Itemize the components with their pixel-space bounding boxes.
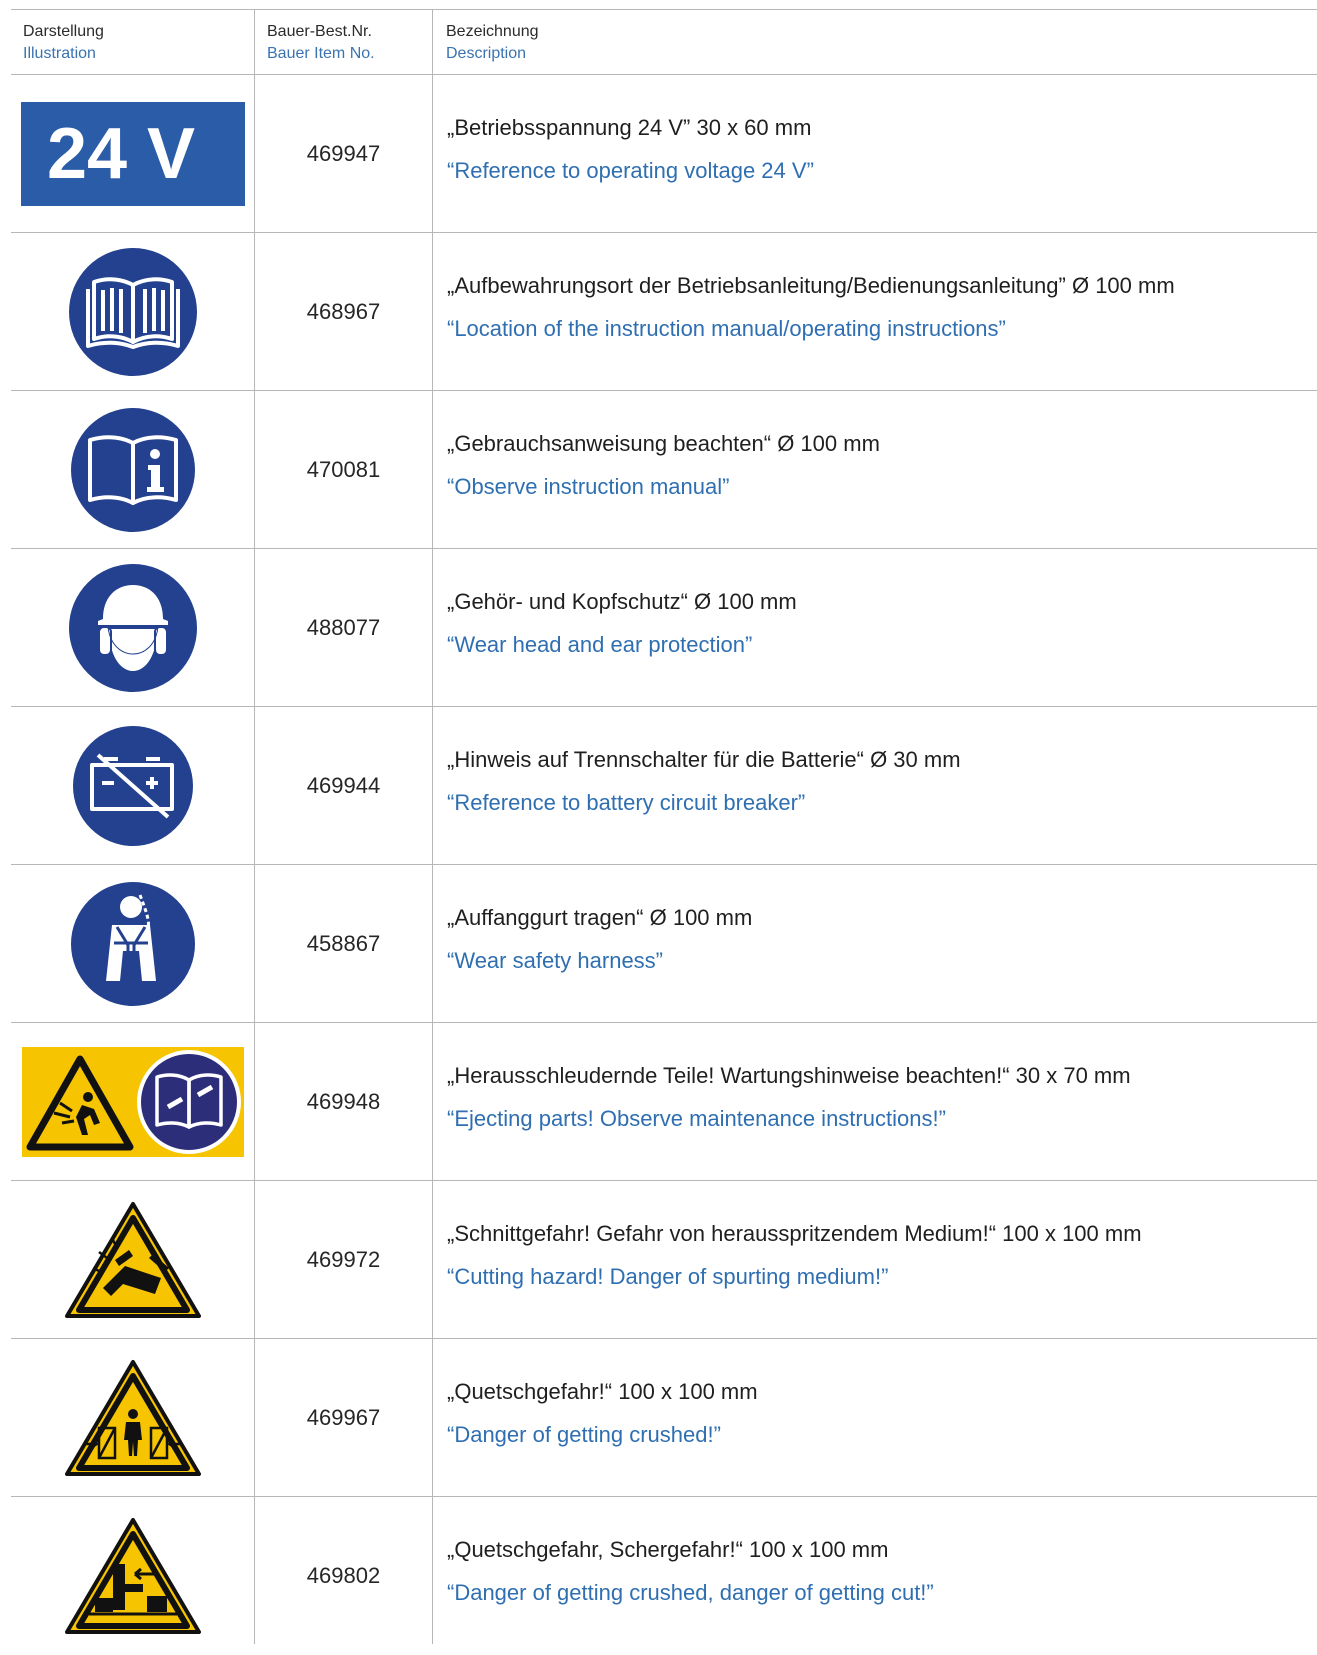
crush-shear-hazard-icon <box>64 1518 201 1634</box>
description-cell: „Auffanggurt tragen“ Ø 100 mm “Wear safe… <box>447 903 1307 976</box>
item-number: 469802 <box>306 1563 381 1588</box>
signs-table: Darstellung Illustration Bauer-Best.Nr. … <box>0 9 1317 1644</box>
item-number: 468967 <box>306 299 381 324</box>
item-number: 469944 <box>306 773 381 798</box>
table-top-rule <box>11 9 1317 10</box>
header-illustration-de: Darstellung <box>23 23 104 40</box>
description-en: “Wear safety harness” <box>447 948 664 973</box>
24v-sign-text: 24 V <box>46 114 194 194</box>
table-row: 468967 „Aufbewahrungsort der Betriebsanl… <box>0 233 1317 391</box>
description-en: “Reference to battery circuit breaker” <box>447 790 806 815</box>
item-number: 470081 <box>306 457 381 482</box>
description-de: „Herausschleudernde Teile! Wartungshinwe… <box>447 1063 1131 1088</box>
illustration-cell: 24 V <box>11 75 254 233</box>
illustration-cell <box>11 1023 254 1181</box>
description-cell: „Aufbewahrungsort der Betriebsanleitung/… <box>447 271 1307 344</box>
description-de: „Hinweis auf Trennschalter für die Batte… <box>447 747 961 772</box>
description-de: „Schnittgefahr! Gefahr von herausspritze… <box>447 1221 1142 1246</box>
header-item-no: Bauer-Best.Nr. Bauer Item No. <box>267 21 375 65</box>
description-en: “Danger of getting crushed!” <box>447 1422 721 1447</box>
table-row: 24 V 469947 „Betriebsspannung 24 V” 30 x… <box>0 75 1317 233</box>
header-illustration-en: Illustration <box>23 45 96 62</box>
description-en: “Observe instruction manual” <box>447 474 730 499</box>
illustration-cell <box>11 1497 254 1655</box>
table-row: 488077 „Gehör- und Kopfschutz“ Ø 100 mm … <box>0 549 1317 707</box>
battery-disconnect-icon <box>72 726 193 846</box>
manual-info-icon <box>70 408 195 532</box>
illustration-cell <box>11 865 254 1023</box>
table-row: 469802 „Quetschgefahr, Schergefahr!“ 100… <box>0 1497 1317 1655</box>
item-number: 458867 <box>306 931 381 956</box>
description-cell: „Quetschgefahr, Schergefahr!“ 100 x 100 … <box>447 1535 1307 1608</box>
illustration-cell <box>11 707 254 865</box>
description-en: “Reference to operating voltage 24 V” <box>447 158 814 183</box>
header-description-de: Bezeichnung <box>446 23 539 40</box>
illustration-cell <box>11 1181 254 1339</box>
description-de: „Gehör- und Kopfschutz“ Ø 100 mm <box>447 589 797 614</box>
illustration-cell <box>11 391 254 549</box>
item-number: 469967 <box>306 1405 381 1430</box>
ejecting-parts-maintenance-icon <box>21 1047 244 1157</box>
cutting-hazard-icon <box>64 1202 201 1318</box>
description-de: „Betriebsspannung 24 V” 30 x 60 mm <box>447 115 812 140</box>
crushing-hazard-icon <box>64 1360 201 1476</box>
head-ear-protection-icon <box>68 564 197 692</box>
description-de: „Auffanggurt tragen“ Ø 100 mm <box>447 905 753 930</box>
description-cell: „Gehör- und Kopfschutz“ Ø 100 mm “Wear h… <box>447 587 1307 660</box>
24v-voltage-sign: 24 V <box>20 102 245 206</box>
description-en: “Wear head and ear protection” <box>447 632 753 657</box>
description-cell: „Gebrauchsanweisung beachten“ Ø 100 mm “… <box>447 429 1307 502</box>
description-de: „Quetschgefahr!“ 100 x 100 mm <box>447 1379 758 1404</box>
description-en: “Location of the instruction manual/oper… <box>447 316 1006 341</box>
description-de: „Aufbewahrungsort der Betriebsanleitung/… <box>447 273 1175 298</box>
illustration-cell <box>11 549 254 707</box>
header-description-en: Description <box>446 45 527 62</box>
header-item-no-de: Bauer-Best.Nr. <box>267 23 372 40</box>
item-number: 469972 <box>306 1247 381 1272</box>
description-en: “Ejecting parts! Observe maintenance ins… <box>447 1106 946 1131</box>
description-cell: „Hinweis auf Trennschalter für die Batte… <box>447 745 1307 818</box>
table-row: 469972 „Schnittgefahr! Gefahr von heraus… <box>0 1181 1317 1339</box>
header-illustration: Darstellung Illustration <box>23 21 104 65</box>
item-number: 488077 <box>306 615 381 640</box>
table-row: 470081 „Gebrauchsanweisung beachten“ Ø 1… <box>0 391 1317 549</box>
description-en: “Cutting hazard! Danger of spurting medi… <box>447 1264 889 1289</box>
description-cell: „Betriebsspannung 24 V” 30 x 60 mm “Refe… <box>447 113 1307 186</box>
manual-book-icon <box>68 248 197 376</box>
illustration-cell <box>11 1339 254 1497</box>
header-item-no-en: Bauer Item No. <box>267 45 375 62</box>
item-number: 469947 <box>306 141 381 166</box>
description-cell: „Schnittgefahr! Gefahr von herausspritze… <box>447 1219 1307 1292</box>
table-row: 469967 „Quetschgefahr!“ 100 x 100 mm “Da… <box>0 1339 1317 1497</box>
item-number: 469948 <box>306 1089 381 1114</box>
table-row: 458867 „Auffanggurt tragen“ Ø 100 mm “We… <box>0 865 1317 1023</box>
safety-harness-icon <box>70 882 195 1006</box>
table-row: 469944 „Hinweis auf Trennschalter für di… <box>0 707 1317 865</box>
illustration-cell <box>11 233 254 391</box>
description-de: „Gebrauchsanweisung beachten“ Ø 100 mm <box>447 431 880 456</box>
description-en: “Danger of getting crushed, danger of ge… <box>447 1580 934 1605</box>
header-description: Bezeichnung Description <box>446 21 539 65</box>
description-cell: „Quetschgefahr!“ 100 x 100 mm “Danger of… <box>447 1377 1307 1450</box>
description-cell: „Herausschleudernde Teile! Wartungshinwe… <box>447 1061 1307 1134</box>
table-row: 469948 „Herausschleudernde Teile! Wartun… <box>0 1023 1317 1181</box>
description-de: „Quetschgefahr, Schergefahr!“ 100 x 100 … <box>447 1537 889 1562</box>
